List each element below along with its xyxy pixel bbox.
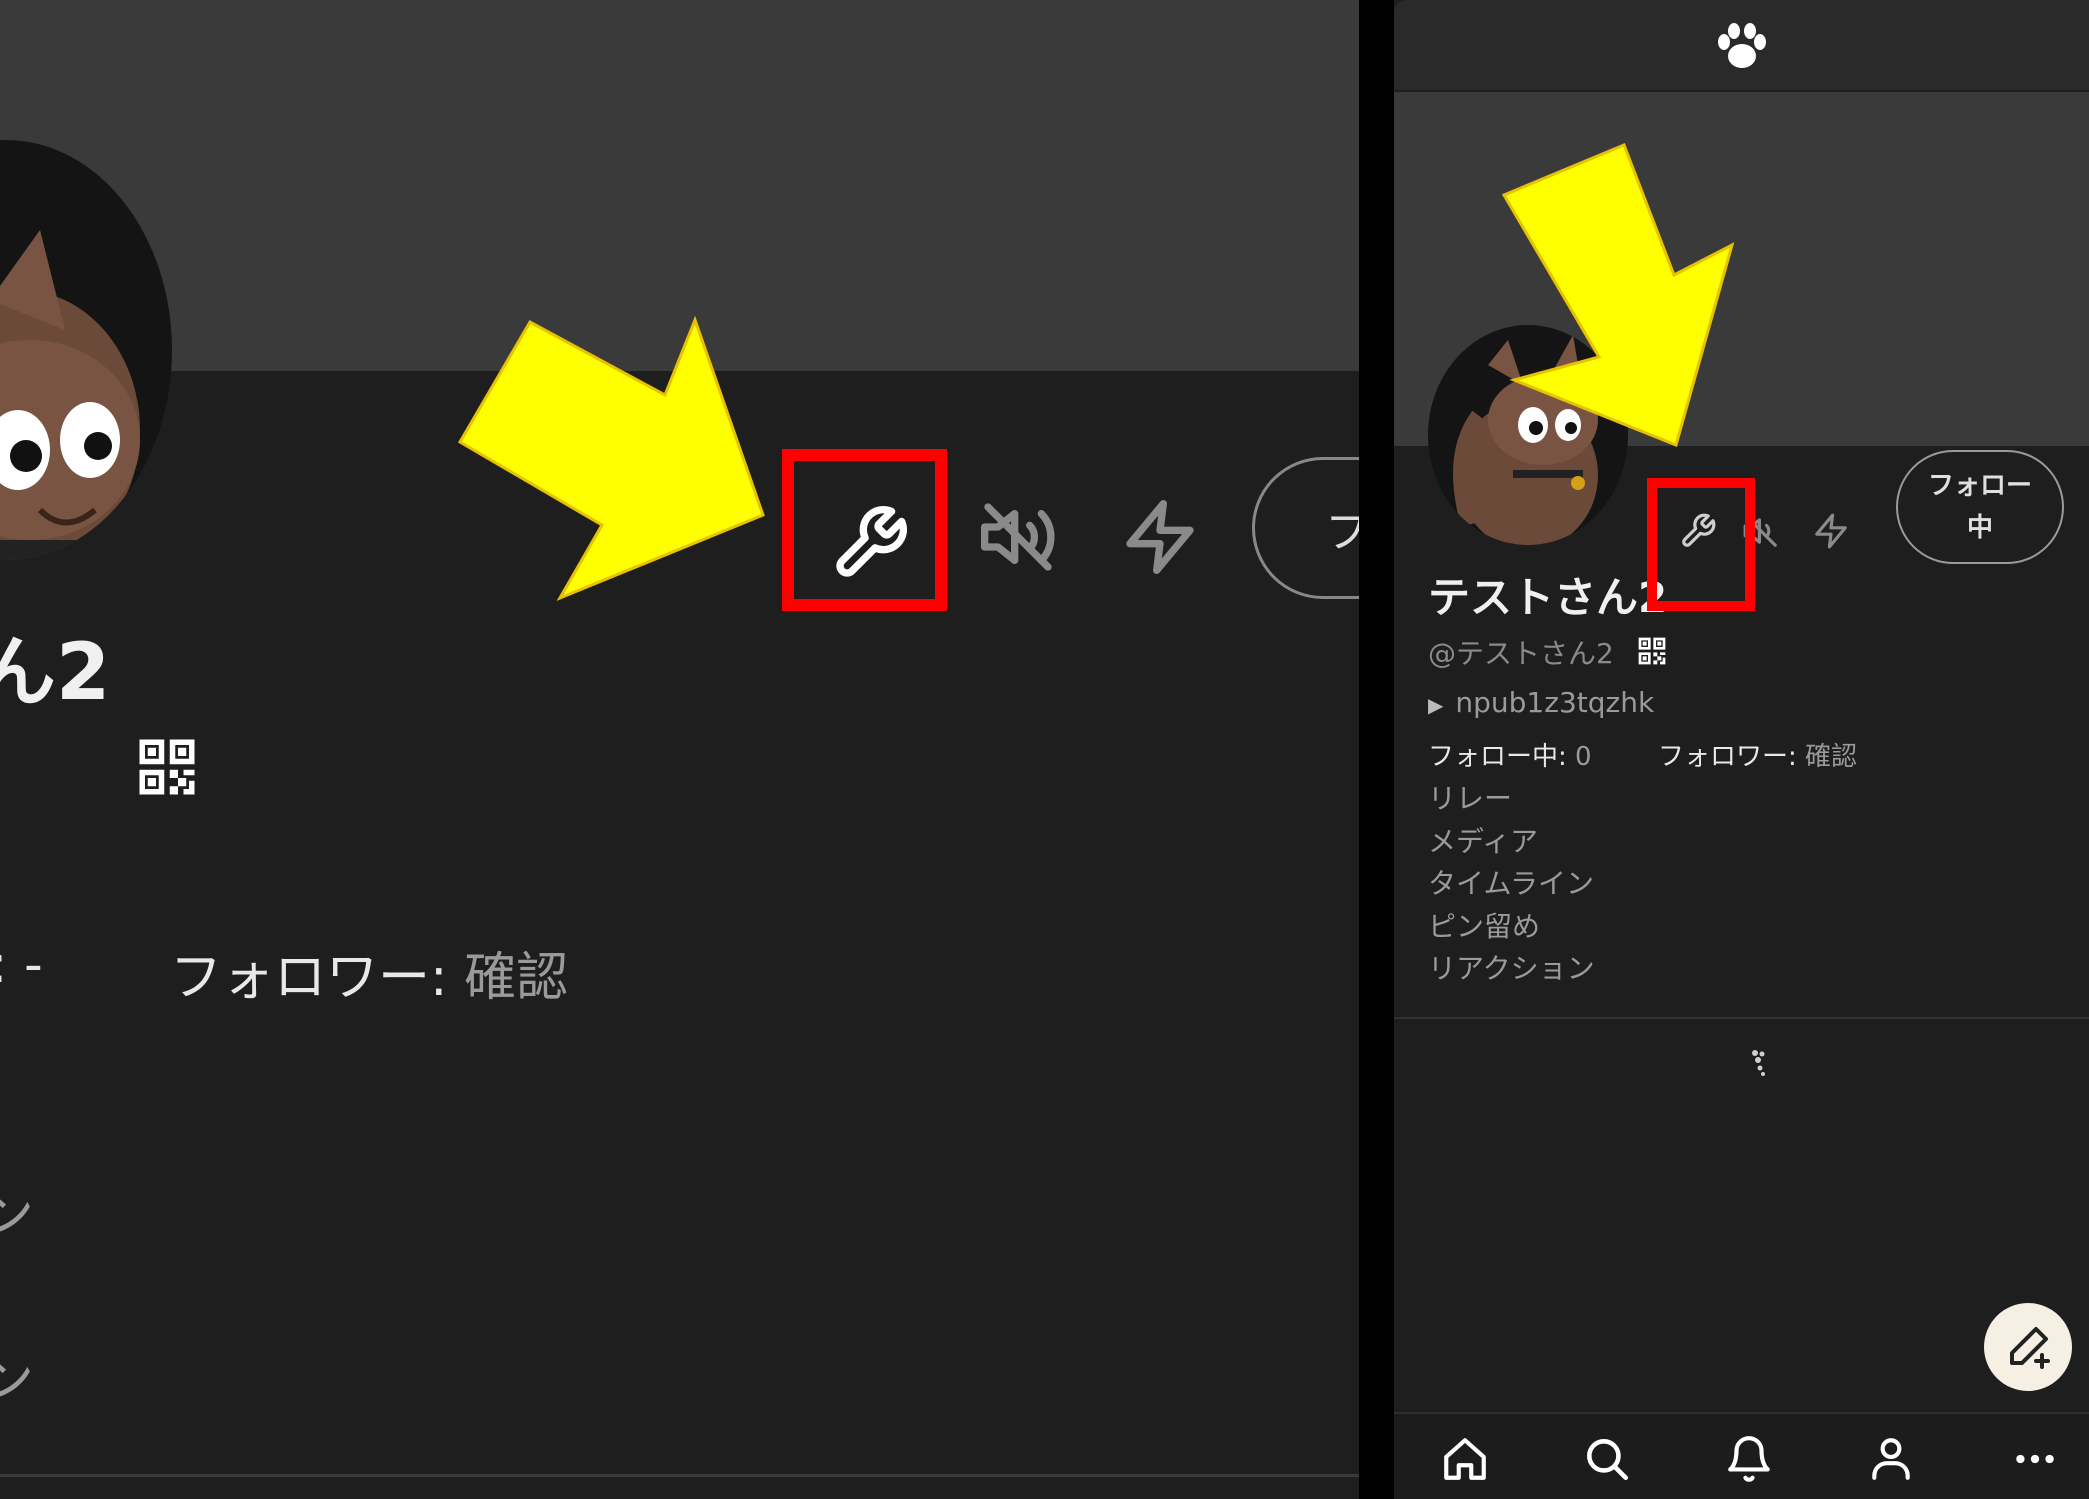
divider xyxy=(1394,1017,2089,1019)
followers-label: フォロワー: xyxy=(1658,742,1806,772)
menu-item-partial[interactable]: ン xyxy=(0,1335,34,1414)
highlight-box xyxy=(782,449,947,611)
follow-button-label: フ xyxy=(1325,507,1359,558)
divider xyxy=(0,1474,1359,1477)
npub-disclosure[interactable]: ▶ npub1z3tqzhk xyxy=(1428,686,1654,719)
following-count[interactable]: : - xyxy=(0,935,43,995)
app-header xyxy=(1394,0,2089,90)
zoomed-profile-view: フ さん2 ん2 3tqzhk : - フォロワー: 確認 ン ン xyxy=(0,0,1359,1499)
follow-button-label: フォロー中 xyxy=(1927,471,2032,543)
loading-paw-icon xyxy=(1752,1050,1765,1076)
following-label: フォロー中: xyxy=(1428,742,1576,772)
following-stat[interactable]: フォロー中: 0 xyxy=(1428,742,1592,772)
profile-handle: @テストさん2 xyxy=(1428,637,1614,670)
qr-code-icon[interactable] xyxy=(134,734,200,800)
menu-item-reactions[interactable]: リアクション xyxy=(1428,948,1595,991)
following-value: 0 xyxy=(1575,742,1592,772)
followers-value: 確認 xyxy=(1805,742,1858,772)
search-icon[interactable] xyxy=(1582,1434,1632,1484)
zap-icon[interactable] xyxy=(1812,512,1850,550)
zap-icon[interactable] xyxy=(1120,497,1200,577)
profile-menu: リレー メディア タイムライン ピン留め リアクション xyxy=(1428,778,1595,991)
menu-item-partial[interactable]: ン xyxy=(0,1170,34,1249)
compose-icon xyxy=(2010,1327,2050,1369)
compose-button[interactable] xyxy=(1984,1303,2072,1391)
follow-button[interactable]: フ xyxy=(1252,457,1359,599)
annotation-arrow xyxy=(457,315,765,602)
more-icon[interactable] xyxy=(2010,1434,2060,1484)
profile-name: さん2 xyxy=(0,628,111,718)
menu-item-timeline[interactable]: タイムライン xyxy=(1428,863,1595,906)
follow-stats: : - フォロワー: 確認 xyxy=(0,935,568,1008)
profile-name: テストさん2 xyxy=(1428,573,1668,622)
follow-stats: フォロー中: 0 フォロワー: 確認 xyxy=(1428,736,2028,772)
followers-stat[interactable]: フォロワー: 確認 xyxy=(1658,736,1857,773)
menu-item-relays[interactable]: リレー xyxy=(1428,778,1595,821)
npub: npub1z3tqzhk xyxy=(1455,686,1655,719)
bell-icon[interactable] xyxy=(1724,1434,1774,1484)
followers-value[interactable]: 確認 xyxy=(464,948,568,1008)
triangle-right-icon: ▶ xyxy=(1428,693,1444,717)
menu-item-pinned[interactable]: ピン留め xyxy=(1428,906,1595,949)
highlight-box xyxy=(1647,478,1755,611)
mute-icon[interactable] xyxy=(978,497,1058,577)
paw-icon[interactable] xyxy=(1714,22,1770,72)
home-icon[interactable] xyxy=(1440,1434,1490,1484)
mobile-profile-view: フォロー中 テストさん2 @テストさん2 ▶ npub1z3tqzhk フォロー中… xyxy=(1394,0,2089,1499)
annotation-arrow xyxy=(1501,143,1735,448)
follow-button[interactable]: フォロー中 xyxy=(1896,450,2064,564)
user-icon[interactable] xyxy=(1866,1434,1916,1484)
bottom-navigation xyxy=(1394,1412,2089,1499)
followers-label[interactable]: フォロワー: xyxy=(170,948,464,1008)
qr-code-icon[interactable] xyxy=(1636,635,1668,667)
menu-item-media[interactable]: メディア xyxy=(1428,821,1595,864)
